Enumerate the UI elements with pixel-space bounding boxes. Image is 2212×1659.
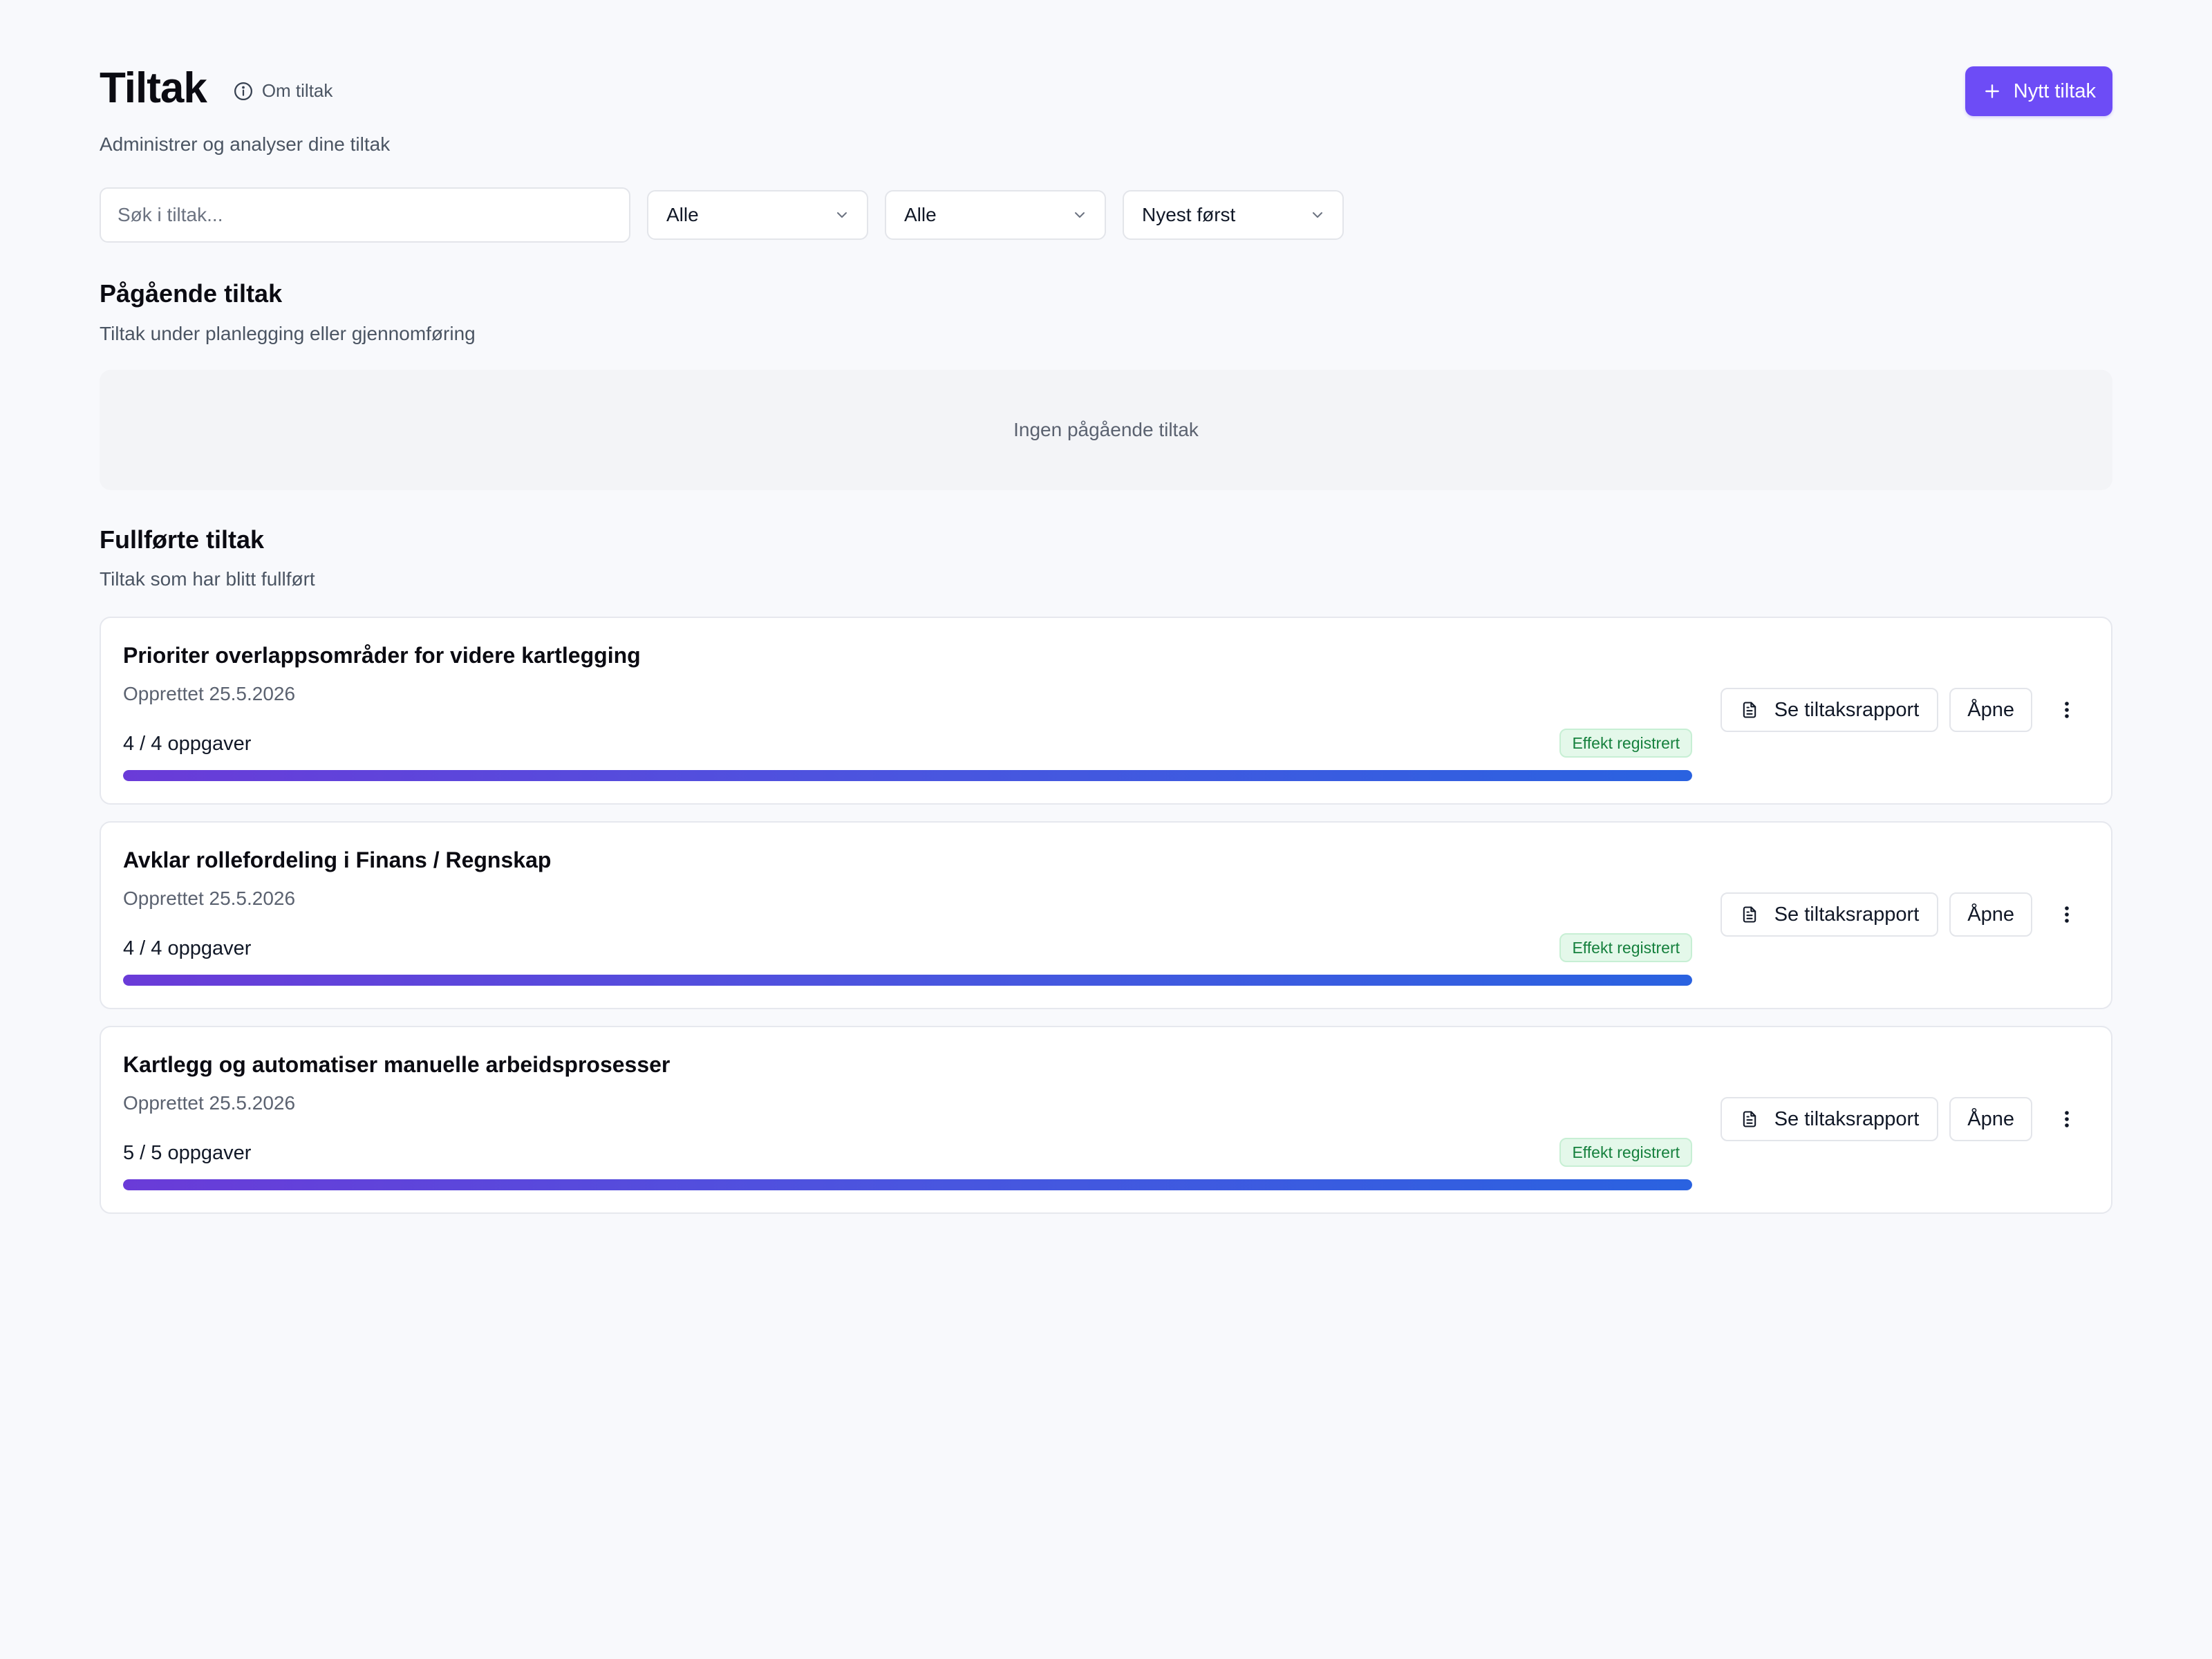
view-report-label: Se tiltaksrapport: [1774, 698, 1920, 721]
view-report-label: Se tiltaksrapport: [1774, 1107, 1920, 1130]
view-report-button[interactable]: Se tiltaksrapport: [1720, 688, 1939, 732]
title-row: Tiltak Om tiltak: [100, 64, 2112, 113]
info-circle-icon: [234, 82, 252, 100]
tiltak-title: Avklar rollefordeling i Finans / Regnska…: [123, 847, 552, 872]
card-actions: Se tiltaksrapport Åpne: [1720, 892, 2081, 937]
open-button[interactable]: Åpne: [1949, 1097, 2032, 1141]
filter-bar: Alle Alle Nyest først: [100, 187, 1344, 243]
more-options-button[interactable]: [2053, 892, 2081, 937]
tiltak-card[interactable]: Kartlegg og automatiser manuelle arbeids…: [100, 1026, 2112, 1214]
about-label: Om tiltak: [261, 80, 333, 101]
progress-bar: [123, 1179, 1692, 1190]
effect-registered-badge: Effekt registrert: [1559, 729, 1692, 758]
about-link[interactable]: Om tiltak: [233, 80, 333, 102]
completed-section-subtitle: Tiltak som har blitt fullført: [100, 568, 315, 590]
ongoing-empty-state: Ingen pågående tiltak: [100, 370, 2112, 490]
tiltak-card[interactable]: Prioriter overlappsområder for videre ka…: [100, 617, 2112, 805]
tiltak-task-count: 4 / 4 oppgaver: [123, 733, 252, 755]
tiltak-task-count: 4 / 4 oppgaver: [123, 937, 252, 959]
open-button[interactable]: Åpne: [1949, 688, 2032, 732]
view-report-label: Se tiltaksrapport: [1774, 903, 1920, 926]
category-select[interactable]: Alle: [885, 190, 1106, 240]
more-vertical-icon: [2065, 702, 2069, 718]
chevron-down-icon: [1075, 212, 1085, 218]
completed-section-title: Fullførte tiltak: [100, 525, 265, 554]
card-actions: Se tiltaksrapport Åpne: [1720, 1097, 2081, 1141]
progress-bar: [123, 975, 1692, 986]
plus-icon: [1985, 84, 1999, 98]
progress-bar-fill: [123, 1179, 1692, 1190]
search-input[interactable]: [100, 187, 630, 243]
tiltak-card[interactable]: Avklar rollefordeling i Finans / Regnska…: [100, 821, 2112, 1009]
sort-select-value: Nyest først: [1142, 204, 1236, 225]
page-subtitle: Administrer og analyser dine tiltak: [100, 133, 391, 155]
document-icon: [1743, 702, 1756, 718]
effect-registered-badge: Effekt registrert: [1559, 933, 1692, 962]
document-icon: [1743, 906, 1756, 923]
new-tiltak-button[interactable]: Nytt tiltak: [1965, 66, 2112, 116]
progress-bar-fill: [123, 770, 1692, 781]
progress-bar-fill: [123, 975, 1692, 986]
more-options-button[interactable]: [2053, 1097, 2081, 1141]
tiltak-title: Prioriter overlappsområder for videre ka…: [123, 643, 641, 668]
chevron-down-icon: [1313, 212, 1322, 218]
chevron-down-icon: [837, 212, 847, 218]
document-icon: [1743, 1111, 1756, 1127]
page: Tiltak Om tiltak Administrer og analyser…: [0, 0, 2212, 1659]
tiltak-created-date: Opprettet 25.5.2026: [123, 683, 296, 704]
progress-bar: [123, 770, 1692, 781]
effect-registered-badge: Effekt registrert: [1559, 1138, 1692, 1167]
more-vertical-icon: [2065, 1111, 2069, 1127]
status-select[interactable]: Alle: [647, 190, 868, 240]
category-select-value: Alle: [904, 204, 937, 225]
tiltak-created-date: Opprettet 25.5.2026: [123, 888, 296, 909]
empty-state-text: Ingen pågående tiltak: [1013, 419, 1199, 440]
more-options-button[interactable]: [2053, 688, 2081, 732]
new-tiltak-label: Nytt tiltak: [2013, 79, 2096, 102]
ongoing-section-title: Pågående tiltak: [100, 279, 283, 308]
ongoing-section-subtitle: Tiltak under planlegging eller gjennomfø…: [100, 323, 476, 344]
tiltak-title: Kartlegg og automatiser manuelle arbeids…: [123, 1052, 671, 1077]
status-select-value: Alle: [666, 204, 699, 225]
view-report-button[interactable]: Se tiltaksrapport: [1720, 892, 1939, 937]
tiltak-created-date: Opprettet 25.5.2026: [123, 1092, 296, 1114]
page-header: Tiltak Om tiltak Administrer og analyser…: [100, 64, 2112, 160]
page-title: Tiltak: [100, 64, 207, 112]
more-vertical-icon: [2065, 906, 2069, 923]
sort-select[interactable]: Nyest først: [1123, 190, 1344, 240]
view-report-button[interactable]: Se tiltaksrapport: [1720, 1097, 1939, 1141]
tiltak-task-count: 5 / 5 oppgaver: [123, 1142, 252, 1164]
card-actions: Se tiltaksrapport Åpne: [1720, 688, 2081, 732]
open-button[interactable]: Åpne: [1949, 892, 2032, 937]
